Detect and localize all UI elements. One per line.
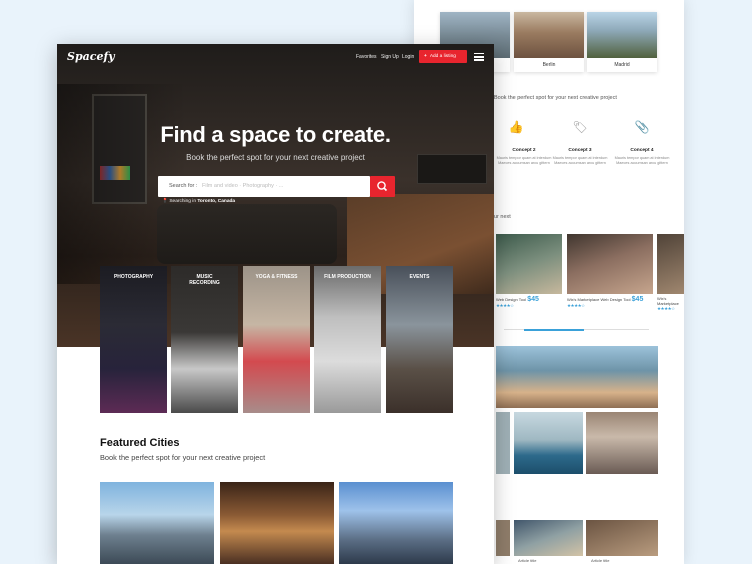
hero-subtitle: Book the perfect spot for your next crea… — [186, 153, 365, 162]
category-label: YOGA & FITNESS — [255, 274, 298, 280]
category-label: FILM PRODUCTION — [324, 274, 371, 280]
back-tagline: Book the perfect spot for your next crea… — [494, 95, 617, 101]
carousel-progress — [524, 328, 584, 331]
category-label: PHOTOGRAPHY — [113, 274, 154, 280]
featured-cities-title: Featured Cities — [100, 437, 180, 449]
city-photo[interactable] — [514, 412, 583, 474]
login-link[interactable]: Login — [402, 54, 414, 60]
category-card-film-production[interactable]: FILM PRODUCTION — [314, 266, 381, 413]
carousel-track[interactable] — [504, 328, 649, 331]
concept-item: · Concept 2 Mauris tempor quam at interd… — [494, 120, 554, 166]
section-fragment: ur next — [494, 214, 511, 220]
concept-title: Concept 4 — [630, 148, 654, 153]
listing-meta: Wix's Marketplace Web Design Tool $45 ★★… — [567, 296, 644, 308]
tag-icon: 🏷 — [572, 120, 588, 134]
concept-item: 🏷 Concept 3 Mauris tempor quam at interd… — [550, 120, 610, 166]
city-card[interactable]: Madrid — [587, 12, 657, 72]
listing-card[interactable] — [567, 234, 653, 294]
city-card[interactable] — [339, 482, 453, 564]
concept-desc: Mauris tempor quam at interdum Maeces ac… — [552, 156, 608, 165]
concept-title: Concept 3 — [568, 148, 592, 153]
search-icon — [377, 181, 388, 192]
category-card-photography[interactable]: PHOTOGRAPHY — [100, 266, 167, 413]
article-thumb[interactable] — [496, 520, 510, 556]
paperclip-icon: 📎 — [634, 120, 650, 134]
hero-title: Find a space to create. — [160, 122, 391, 147]
category-label: EVENTS — [409, 274, 430, 280]
brand-logo[interactable]: Spacefy — [67, 50, 115, 63]
hamburger-menu-icon[interactable] — [474, 53, 484, 61]
listing-meta: Web Design Tool $45 ★★★★☆ — [496, 296, 539, 308]
top-navbar: Spacefy Favorites Sign Up Login + Add a l… — [57, 44, 494, 70]
concept-title: Concept 2 — [512, 148, 536, 153]
signup-link[interactable]: Sign Up — [381, 54, 399, 60]
listing-card[interactable] — [657, 234, 684, 294]
location-pin-icon: 📍 — [162, 199, 168, 204]
category-card-music-recording[interactable]: MUSIC RECORDING — [171, 266, 238, 413]
rating-stars: ★★★★☆ — [496, 303, 514, 308]
article-title: Article title — [591, 558, 610, 563]
add-listing-button[interactable]: + Add a listing — [419, 50, 467, 63]
plus-icon: + — [424, 54, 427, 59]
concept-desc: Mauris tempor quam at interdum Maeces ac… — [614, 156, 670, 165]
city-card[interactable] — [220, 482, 334, 564]
rating-stars: ★★★★☆ — [567, 303, 585, 308]
city-photo[interactable] — [496, 346, 658, 408]
category-label: MUSIC RECORDING — [189, 274, 220, 286]
location-indicator[interactable]: 📍 Searching in Toronto, Canada — [162, 199, 235, 204]
search-placeholder: Film and video · Photography · ... — [202, 183, 284, 189]
city-photo[interactable] — [586, 412, 658, 474]
sofa-image — [157, 204, 337, 264]
location-value: Toronto, Canada — [197, 199, 236, 204]
listing-meta: Wix's Marketplace ★★★★☆ — [657, 296, 684, 312]
listing-card[interactable] — [496, 234, 562, 294]
main-landing-page: Spacefy Favorites Sign Up Login + Add a l… — [57, 44, 494, 564]
category-card-events[interactable]: EVENTS — [386, 266, 453, 413]
city-label: Berlin — [542, 62, 556, 68]
city-photo[interactable] — [496, 412, 510, 474]
concept-item: 📎 Concept 4 Mauris tempor quam at interd… — [612, 120, 672, 166]
search-input[interactable]: Search for : Film and video · Photograph… — [158, 176, 370, 197]
favorites-link[interactable]: Favorites — [356, 54, 377, 60]
search-button[interactable] — [370, 176, 395, 197]
city-card-paris[interactable] — [100, 482, 214, 564]
city-card[interactable]: Berlin — [514, 12, 584, 72]
category-card-yoga-fitness[interactable]: YOGA & FITNESS — [243, 266, 310, 413]
article-thumb[interactable] — [514, 520, 583, 556]
article-thumb[interactable] — [586, 520, 658, 556]
rating-stars: ★★★★☆ — [657, 306, 675, 311]
search-prefix: Search for : — [169, 183, 198, 189]
city-label: Madrid — [614, 62, 630, 68]
concept-desc: Mauris tempor quam at interdum Maeces ac… — [496, 156, 552, 165]
article-title: Article title — [518, 558, 537, 563]
featured-cities-subtitle: Book the perfect spot for your next crea… — [100, 453, 266, 462]
